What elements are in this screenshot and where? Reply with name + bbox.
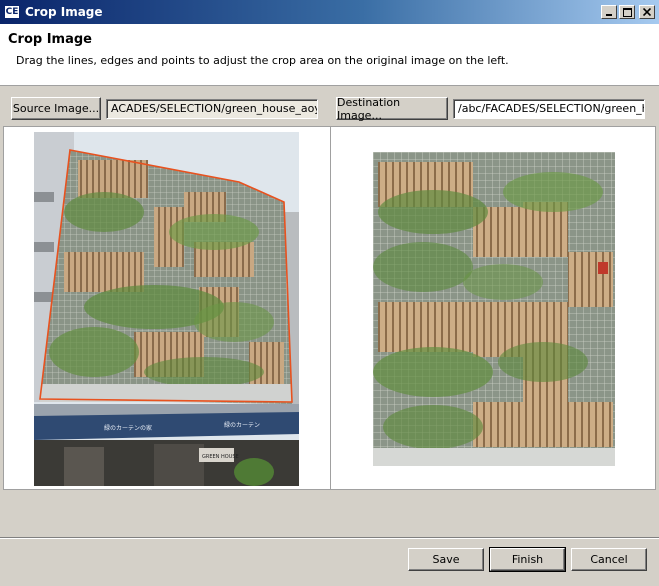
canopy-sign-right: 緑のカーテン	[224, 421, 260, 429]
source-image-canvas[interactable]: 緑のカーテンの家 緑のカーテン GREEN HOUSE	[34, 132, 299, 486]
destination-image-preview	[373, 152, 615, 466]
destination-image-button[interactable]: Destination Image...	[336, 96, 448, 122]
canopy-sign-left: 緑のカーテンの家	[104, 424, 152, 432]
source-image-button[interactable]: Source Image...	[11, 97, 101, 120]
panel-divider	[330, 127, 331, 489]
maximize-icon	[622, 7, 632, 17]
source-image: 緑のカーテンの家 緑のカーテン GREEN HOUSE	[34, 132, 299, 486]
close-icon	[643, 8, 651, 16]
minimize-button[interactable]	[601, 5, 617, 19]
close-button[interactable]	[639, 5, 655, 19]
footer-separator	[0, 537, 659, 539]
maximize-button[interactable]	[619, 5, 635, 19]
save-button[interactable]: Save	[408, 548, 484, 571]
window-controls	[601, 5, 655, 19]
window-title: Crop Image	[25, 5, 103, 19]
shop-sign: GREEN HOUSE	[202, 454, 239, 460]
title-bar[interactable]: CE Crop Image	[0, 0, 659, 24]
image-panels: 緑のカーテンの家 緑のカーテン GREEN HOUSE	[3, 126, 656, 490]
app-logo-icon: CE	[4, 5, 20, 19]
finish-button[interactable]: Finish	[489, 547, 566, 572]
cropped-image	[373, 152, 615, 466]
source-path-field[interactable]: ACADES/SELECTION/green_house_aoyan	[106, 99, 318, 119]
cancel-button[interactable]: Cancel	[571, 548, 647, 571]
destination-path-field[interactable]: /abc/FACADES/SELECTION/green_ho	[453, 99, 645, 119]
dialog-header: Crop Image Drag the lines, edges and poi…	[0, 24, 659, 86]
page-title: Crop Image	[8, 32, 92, 47]
minimize-icon	[606, 14, 612, 16]
instructions-text: Drag the lines, edges and points to adju…	[16, 54, 509, 67]
